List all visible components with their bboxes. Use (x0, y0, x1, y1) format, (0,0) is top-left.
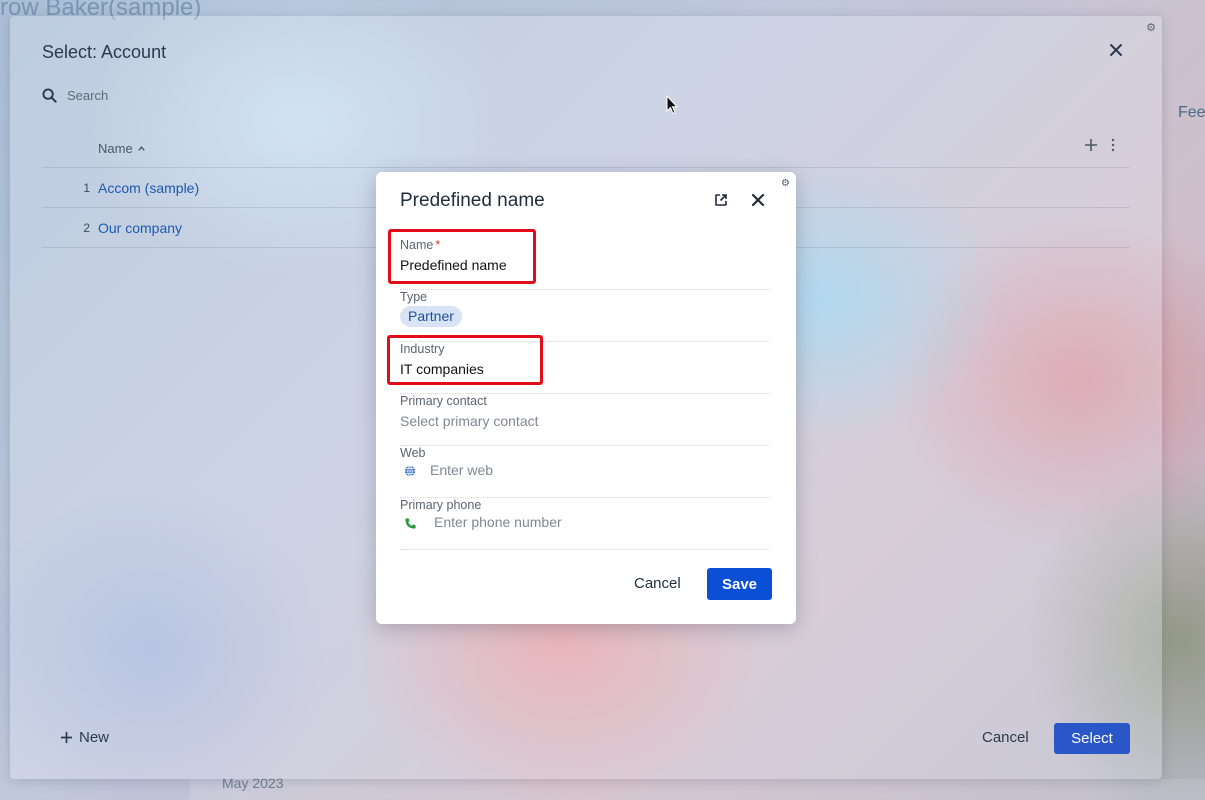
select-button[interactable]: Select (1054, 723, 1130, 754)
new-button[interactable]: New (60, 729, 109, 746)
primary-phone-field[interactable]: Primary phone (400, 498, 770, 550)
web-label: Web (400, 446, 426, 460)
mouse-cursor-icon (666, 95, 678, 115)
gear-icon[interactable]: ⚙ (781, 178, 790, 189)
background-strip (190, 779, 1205, 800)
globe-icon (405, 465, 415, 477)
web-input[interactable] (430, 462, 730, 478)
name-field[interactable]: Name * Predefined name (400, 238, 770, 290)
primary-contact-label: Primary contact (400, 394, 487, 408)
kebab-menu-icon[interactable] (1110, 138, 1116, 152)
table-actions (1084, 138, 1116, 152)
column-header-label: Name (98, 141, 133, 156)
background-right-label: Fee (1178, 104, 1205, 121)
industry-field[interactable]: Industry IT companies (400, 342, 770, 394)
row-number: 2 (83, 221, 90, 235)
plus-icon[interactable] (1084, 138, 1098, 152)
modal-title: Select: Account (42, 42, 167, 62)
search-icon (42, 88, 57, 103)
new-button-label: New (79, 729, 110, 746)
column-header-name[interactable]: Name (98, 141, 146, 156)
required-mark: * (435, 238, 441, 252)
row-name-link[interactable]: Accom (sample) (98, 180, 199, 196)
name-label: Name * (400, 238, 440, 252)
cancel-button[interactable]: Cancel (982, 729, 1029, 746)
primary-phone-label: Primary phone (400, 498, 482, 512)
type-chip[interactable]: Partner (400, 306, 462, 327)
cancel-button[interactable]: Cancel (634, 575, 681, 592)
gear-icon[interactable]: ⚙ (1146, 21, 1156, 34)
type-field[interactable]: Type Partner (400, 290, 770, 342)
industry-value[interactable]: IT companies (400, 361, 484, 377)
open-external-icon[interactable] (714, 193, 728, 207)
close-icon[interactable] (751, 193, 765, 207)
dialog-title: Predefined name (400, 190, 545, 211)
row-number: 1 (83, 181, 90, 195)
phone-input[interactable] (434, 514, 734, 530)
phone-icon (405, 518, 416, 529)
plus-icon (60, 731, 73, 744)
row-name-link[interactable]: Our company (98, 220, 182, 236)
primary-contact-placeholder[interactable]: Select primary contact (400, 413, 539, 429)
type-label: Type (400, 290, 428, 304)
sort-asc-icon (137, 146, 145, 151)
primary-contact-field[interactable]: Primary contact Select primary contact (400, 394, 770, 446)
close-icon[interactable] (1108, 42, 1124, 58)
name-value[interactable]: Predefined name (400, 257, 507, 273)
search-input[interactable] (67, 88, 367, 103)
web-field[interactable]: Web (400, 446, 770, 498)
save-button[interactable]: Save (707, 568, 772, 600)
industry-label: Industry (400, 342, 445, 356)
table-header: Name (42, 128, 1130, 168)
name-label-text: Name (400, 238, 434, 252)
search-bar[interactable] (42, 88, 367, 103)
account-edit-dialog: ⚙ Predefined name Name * Predefined name … (376, 172, 796, 624)
